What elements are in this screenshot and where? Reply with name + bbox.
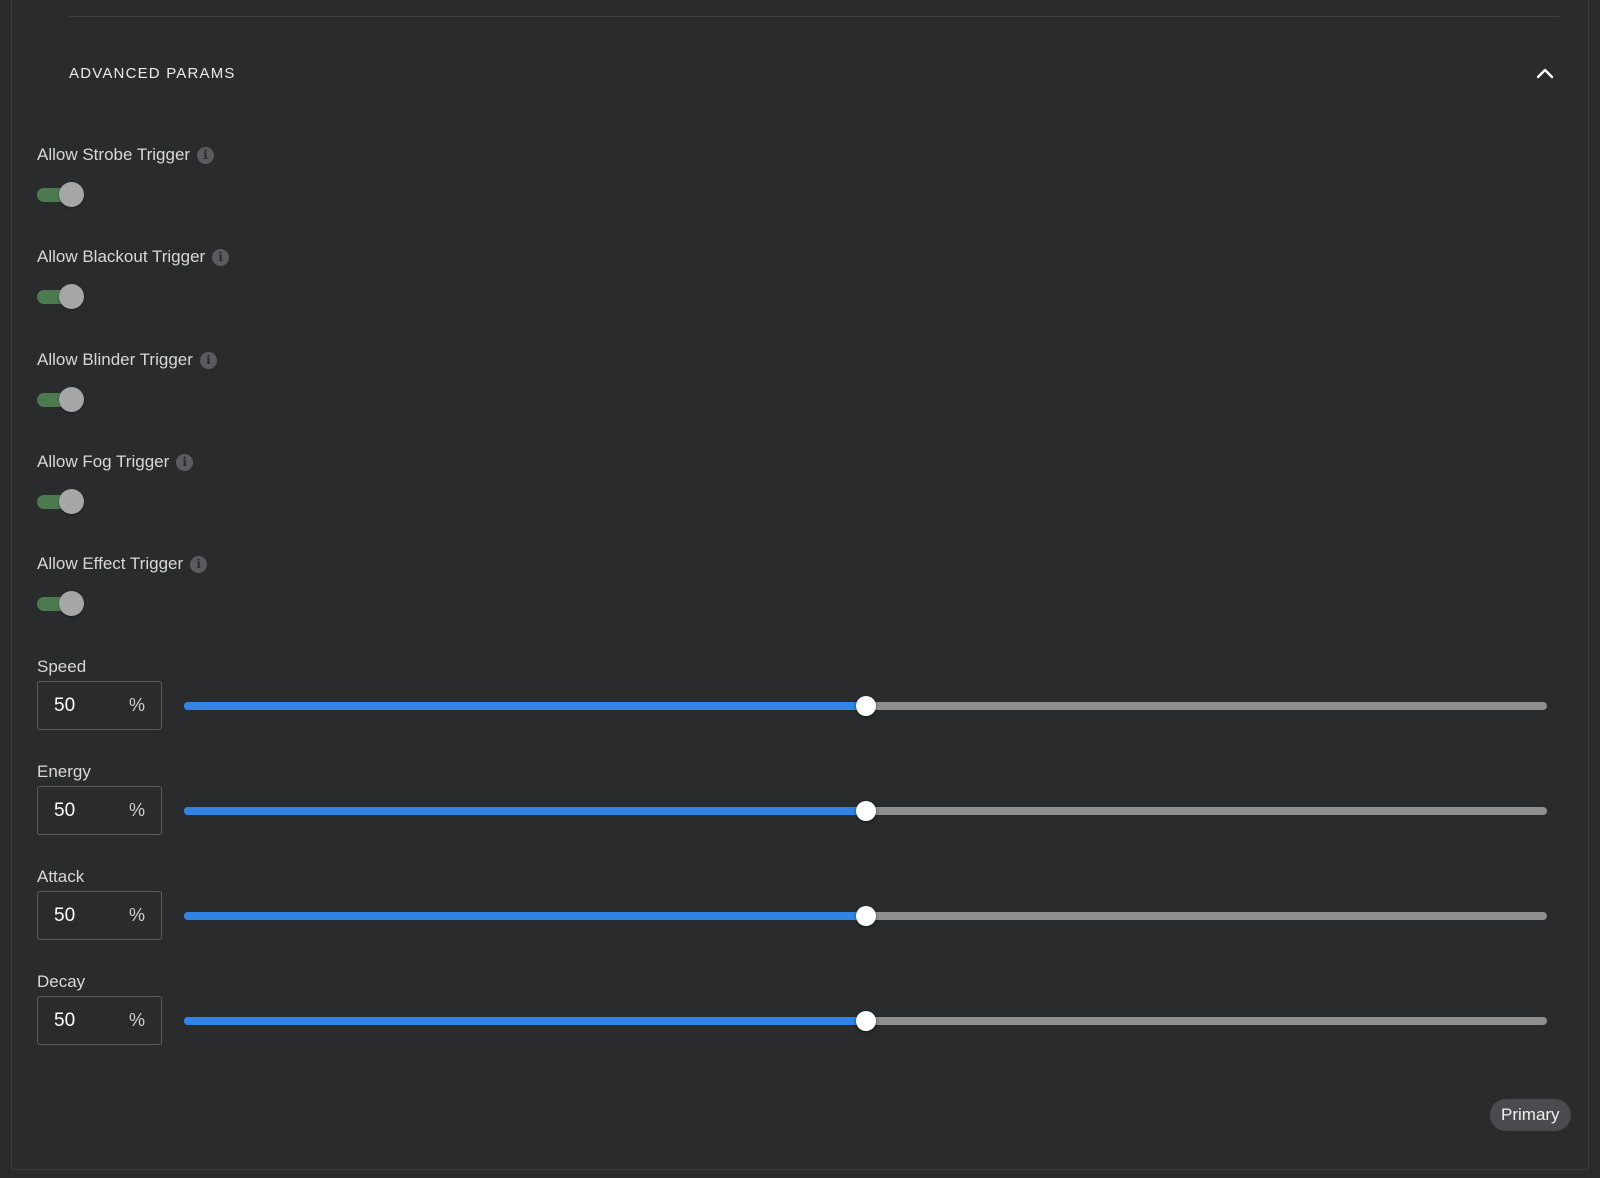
speed-value[interactable]: 50 [54, 695, 75, 717]
unit-label: % [128, 1010, 145, 1030]
toggle-label: Allow Blackout Trigger [37, 247, 206, 266]
attack-value[interactable]: 50 [54, 905, 75, 927]
attack-input[interactable]: 50 % [37, 891, 162, 940]
advanced-params-header[interactable]: ADVANCED PARAMS [69, 58, 1559, 88]
chevron-up-icon[interactable] [1531, 59, 1559, 87]
slider-thumb[interactable] [855, 1011, 876, 1031]
slider-thumb[interactable] [855, 906, 876, 926]
slider-label: Energy [37, 762, 91, 781]
unit-label: % [128, 800, 145, 820]
decay-input[interactable]: 50 % [37, 996, 162, 1045]
slider-thumb[interactable] [855, 696, 876, 716]
blackout-trigger-toggle[interactable] [37, 283, 85, 309]
attack-slider[interactable] [184, 906, 1547, 926]
section-title: ADVANCED PARAMS [69, 64, 236, 82]
energy-input[interactable]: 50 % [37, 786, 162, 835]
energy-slider[interactable] [184, 801, 1547, 821]
slider-row-attack: Attack 50 % [37, 867, 1547, 941]
decay-slider[interactable] [184, 1011, 1547, 1031]
unit-label: % [128, 905, 145, 925]
info-icon[interactable]: i [199, 351, 217, 369]
unit-label: % [128, 695, 145, 715]
slider-thumb[interactable] [855, 801, 876, 821]
toggle-label: Allow Blinder Trigger [37, 350, 193, 369]
info-icon[interactable]: i [176, 453, 194, 471]
divider [69, 16, 1559, 17]
info-icon[interactable]: i [197, 146, 215, 164]
slider-label: Attack [37, 867, 85, 886]
slider-row-speed: Speed 50 % [37, 657, 1547, 731]
toggle-row-blinder: Allow Blinder Trigger i [37, 349, 437, 412]
toggle-row-blackout: Allow Blackout Trigger i [37, 246, 437, 309]
toggle-row-fog: Allow Fog Trigger i [37, 451, 437, 514]
toggle-row-strobe: Allow Strobe Trigger i [37, 144, 437, 207]
speed-slider[interactable] [184, 696, 1547, 716]
decay-value[interactable]: 50 [54, 1010, 75, 1032]
slider-label: Speed [37, 657, 87, 676]
fog-trigger-toggle[interactable] [37, 488, 85, 514]
slider-row-decay: Decay 50 % [37, 972, 1547, 1046]
strobe-trigger-toggle[interactable] [37, 181, 85, 207]
effect-trigger-toggle[interactable] [37, 590, 85, 616]
toggle-label: Allow Strobe Trigger [37, 145, 191, 164]
slider-label: Decay [37, 972, 86, 991]
speed-input[interactable]: 50 % [37, 681, 162, 730]
info-icon[interactable]: i [190, 555, 208, 573]
toggle-label: Allow Fog Trigger [37, 452, 170, 471]
energy-value[interactable]: 50 [54, 800, 75, 822]
blinder-trigger-toggle[interactable] [37, 386, 85, 412]
slider-row-energy: Energy 50 % [37, 762, 1547, 836]
info-icon[interactable]: i [212, 248, 230, 266]
toggle-row-effect: Allow Effect Trigger i [37, 553, 437, 616]
primary-chip[interactable]: Primary [1490, 1099, 1571, 1131]
toggle-label: Allow Effect Trigger [37, 554, 184, 573]
